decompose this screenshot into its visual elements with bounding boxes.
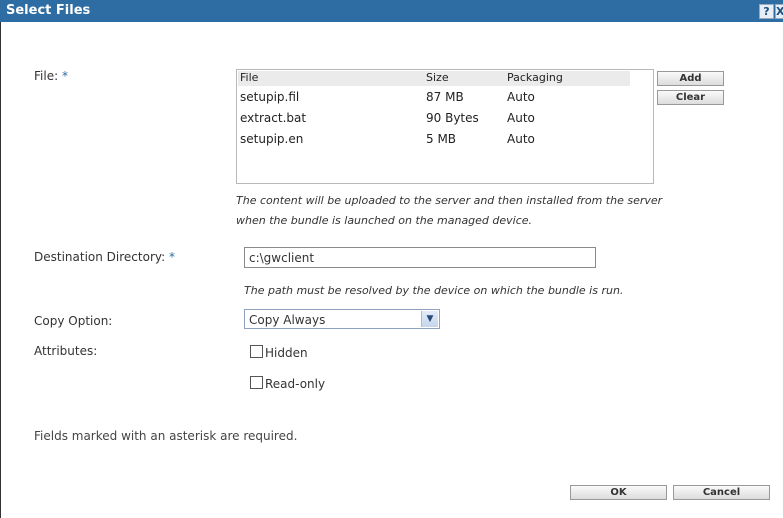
file-note-line1: The content will be uploaded to the serv… (236, 194, 663, 207)
file-list[interactable]: File Size Packaging setupip.fil 87 MB Au… (236, 69, 654, 184)
add-button[interactable]: Add (657, 71, 724, 86)
hidden-checkbox[interactable] (250, 345, 263, 358)
file-row-name[interactable]: extract.bat (240, 111, 306, 125)
clear-button[interactable]: Clear (657, 90, 724, 105)
help-button[interactable]: ? (759, 4, 774, 19)
destination-directory-input[interactable]: c:\gwclient (244, 247, 596, 268)
readonly-label[interactable]: Read-only (265, 377, 325, 391)
copy-option-value: Copy Always (249, 313, 326, 327)
title-bar: Select Files ? X (0, 0, 783, 22)
file-row-size: 90 Bytes (426, 111, 479, 125)
file-row-size: 87 MB (426, 90, 464, 104)
cancel-button[interactable]: Cancel (673, 485, 770, 500)
required-asterisk: * (61, 69, 68, 83)
required-fields-note: Fields marked with an asterisk are requi… (34, 429, 298, 443)
chevron-down-icon[interactable]: ▼ (421, 311, 438, 327)
file-label: File: (34, 69, 59, 83)
column-header-packaging[interactable]: Packaging (507, 71, 563, 84)
copy-option-label: Copy Option: (34, 314, 113, 328)
required-asterisk: * (168, 250, 175, 264)
destination-label-row: Destination Directory: * (34, 250, 175, 264)
ok-button[interactable]: OK (570, 485, 667, 500)
file-row-name[interactable]: setupip.en (240, 132, 303, 146)
close-button[interactable]: X (775, 4, 783, 19)
file-row-packaging: Auto (507, 111, 535, 125)
copy-option-select[interactable]: Copy Always ▼ (244, 309, 440, 329)
file-row-name[interactable]: setupip.fil (240, 90, 299, 104)
file-row-packaging: Auto (507, 90, 535, 104)
dialog-left-border (0, 22, 1, 518)
file-row-size: 5 MB (426, 132, 457, 146)
file-note-line2: when the bundle is launched on the manag… (236, 214, 533, 227)
destination-note: The path must be resolved by the device … (244, 284, 624, 297)
column-header-file[interactable]: File (240, 71, 258, 84)
attributes-label: Attributes: (34, 344, 98, 358)
dialog-title: Select Files (6, 3, 91, 18)
hidden-label[interactable]: Hidden (265, 346, 308, 360)
file-row-packaging: Auto (507, 132, 535, 146)
column-header-size[interactable]: Size (426, 71, 449, 84)
file-label-row: File: * (34, 69, 68, 83)
readonly-checkbox[interactable] (250, 376, 263, 389)
destination-label: Destination Directory: (34, 250, 166, 264)
